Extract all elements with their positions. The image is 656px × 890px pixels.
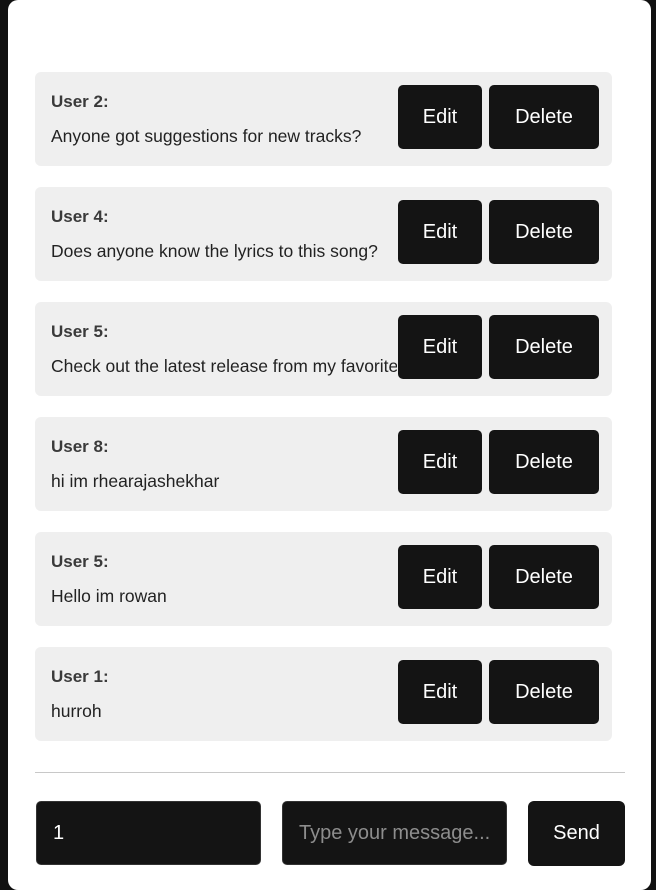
send-button[interactable]: Send	[528, 801, 625, 866]
message-item: User 2: Anyone got suggestions for new t…	[35, 72, 612, 166]
message-item: User 8: hi im rhearajashekhar Edit Delet…	[35, 417, 612, 511]
message-user: User 5:	[51, 552, 109, 571]
message-text: Hello im rowan	[51, 586, 167, 606]
message-user: User 2:	[51, 92, 109, 111]
message-user: User 1:	[51, 667, 109, 686]
composer-divider	[35, 772, 625, 773]
delete-button[interactable]: Delete	[489, 85, 599, 149]
message-item: User 5: Hello im rowan Edit Delete	[35, 532, 612, 626]
message-text: Does anyone know the lyrics to this song…	[51, 241, 378, 261]
delete-button[interactable]: Delete	[489, 430, 599, 494]
message-input[interactable]	[282, 801, 507, 865]
edit-button[interactable]: Edit	[398, 545, 482, 609]
edit-button[interactable]: Edit	[398, 200, 482, 264]
delete-button[interactable]: Delete	[489, 200, 599, 264]
message-text: hi im rhearajashekhar	[51, 471, 220, 491]
message-item: User 1: hurroh Edit Delete	[35, 647, 612, 741]
edit-button[interactable]: Edit	[398, 430, 482, 494]
message-item: User 5: Check out the latest release fro…	[35, 302, 612, 396]
message-text: Anyone got suggestions for new tracks?	[51, 126, 362, 146]
edit-button[interactable]: Edit	[398, 315, 482, 379]
user-id-input[interactable]	[36, 801, 261, 865]
chat-panel: User 2: Anyone got suggestions for new t…	[8, 0, 651, 890]
delete-button[interactable]: Delete	[489, 545, 599, 609]
message-user: User 8:	[51, 437, 109, 456]
message-item: User 4: Does anyone know the lyrics to t…	[35, 187, 612, 281]
message-text: Check out the latest release from my fav…	[51, 356, 397, 376]
message-user: User 4:	[51, 207, 109, 226]
message-list: User 2: Anyone got suggestions for new t…	[35, 72, 612, 762]
edit-button[interactable]: Edit	[398, 85, 482, 149]
edit-button[interactable]: Edit	[398, 660, 482, 724]
message-text: hurroh	[51, 701, 102, 721]
delete-button[interactable]: Delete	[489, 660, 599, 724]
delete-button[interactable]: Delete	[489, 315, 599, 379]
message-user: User 5:	[51, 322, 109, 341]
